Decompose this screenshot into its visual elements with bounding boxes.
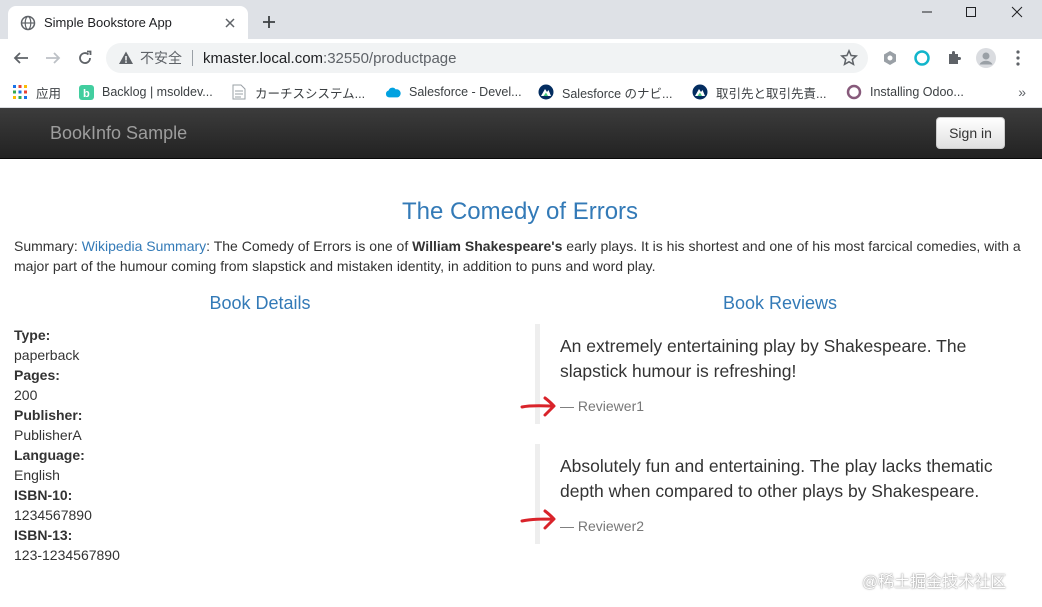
extension-ring-icon[interactable] <box>912 48 932 68</box>
summary-author: William Shakespeare's <box>412 238 563 254</box>
summary-label: Summary: <box>14 238 82 254</box>
bookmark-accounts[interactable]: 取引先と取引先責... <box>692 82 826 102</box>
bookmark-star-icon[interactable] <box>840 49 858 67</box>
language-value: English <box>14 467 60 483</box>
pages-label: Pages: <box>14 367 60 383</box>
product-title: The Comedy of Errors <box>401 198 639 225</box>
bookmark-apps[interactable]: 应用 <box>12 82 61 102</box>
reviewer-name: — Reviewer1 <box>560 398 645 414</box>
odoo-icon <box>846 84 862 100</box>
summary-text-pre: : The Comedy of Errors is one of <box>206 238 413 254</box>
type-value: paperback <box>14 347 80 363</box>
publisher-label: Publisher: <box>14 407 83 423</box>
product-summary: Summary: Wikipedia Summary: The Comedy o… <box>14 236 1029 276</box>
wikipedia-summary-link[interactable]: Wikipedia Summary <box>82 238 206 254</box>
kebab-menu-icon[interactable] <box>1008 48 1028 68</box>
review-item: Absolutely fun and entertaining. The pla… <box>535 444 1005 544</box>
backlog-icon: b <box>78 84 94 100</box>
isbn10-value: 1234567890 <box>14 507 92 523</box>
review-text: Absolutely fun and entertaining. The pla… <box>560 456 993 501</box>
bookmark-odoo[interactable]: Installing Odoo... <box>846 82 964 102</box>
reviewer-name: — Reviewer2 <box>560 518 645 534</box>
url-path: :32550/productpage <box>323 49 457 67</box>
forward-arrow-icon[interactable] <box>42 47 64 69</box>
apps-grid-icon <box>12 84 28 100</box>
close-tab-icon[interactable] <box>222 15 238 31</box>
bookmark-salesforce-dev[interactable]: Salesforce - Devel... <box>385 82 522 102</box>
bookmark-curtis[interactable]: カーチスシステム... <box>231 82 365 102</box>
puzzle-extensions-icon[interactable] <box>944 48 964 68</box>
globe-icon <box>20 15 36 31</box>
review-text: An extremely entertaining play by Shakes… <box>560 336 967 381</box>
bookmark-salesforce-nav[interactable]: Salesforce のナビ... <box>538 82 672 102</box>
sign-in-button[interactable]: Sign in <box>936 117 1005 149</box>
red-annotation-arrow-icon <box>520 509 556 530</box>
publisher-value: PublisherA <box>14 427 82 443</box>
document-icon <box>231 84 247 100</box>
url-text[interactable]: kmaster.local.com:32550/productpage <box>203 50 457 67</box>
new-tab-button[interactable] <box>258 11 280 33</box>
extension-hexagon-icon[interactable] <box>880 48 900 68</box>
browser-toolbar: 不安全 kmaster.local.com:32550/productpage <box>0 39 1042 77</box>
profile-avatar-icon[interactable] <box>976 48 996 68</box>
trail-icon <box>538 84 554 100</box>
more-bookmarks-chevron-icon[interactable]: » <box>1018 84 1026 100</box>
browser-tabstrip: Simple Bookstore App <box>0 0 1042 39</box>
review-item: An extremely entertaining play by Shakes… <box>535 324 1005 424</box>
insecure-label: 不安全 <box>140 50 182 66</box>
watermark: @稀土掘金技术社区 <box>862 574 1007 591</box>
warning-icon[interactable] <box>118 50 134 66</box>
address-bar[interactable]: 不安全 kmaster.local.com:32550/productpage <box>106 43 868 73</box>
maximize-button[interactable] <box>948 0 994 24</box>
navbar-brand[interactable]: BookInfo Sample <box>50 123 187 144</box>
reload-icon[interactable] <box>74 47 96 69</box>
url-host: kmaster.local.com <box>203 49 324 67</box>
svg-text:b: b <box>83 88 90 100</box>
isbn13-value: 123-1234567890 <box>14 547 120 563</box>
type-label: Type: <box>14 327 51 343</box>
isbn13-label: ISBN-13: <box>14 527 73 543</box>
trail-icon <box>692 84 708 100</box>
book-details-list: Type: paperback Pages: 200 Publisher: Pu… <box>14 325 314 565</box>
app-navbar: BookInfo Sample Sign in <box>0 108 1042 159</box>
bookmark-label: 取引先と取引先責... <box>716 86 827 101</box>
browser-tab[interactable]: Simple Bookstore App <box>8 6 248 39</box>
salesforce-cloud-icon <box>385 84 401 100</box>
book-reviews-heading: Book Reviews <box>722 293 838 313</box>
bookmark-label: Salesforce - Devel... <box>409 85 522 99</box>
omnibox-divider <box>192 50 193 66</box>
bookmark-label: 应用 <box>36 86 62 101</box>
bookmark-label: Installing Odoo... <box>870 85 964 99</box>
back-arrow-icon[interactable] <box>10 47 32 69</box>
isbn10-label: ISBN-10: <box>14 487 73 503</box>
book-details-heading: Book Details <box>209 293 311 313</box>
language-label: Language: <box>14 447 85 463</box>
pages-value: 200 <box>14 387 38 403</box>
close-window-button[interactable] <box>994 0 1040 24</box>
tab-title: Simple Bookstore App <box>44 15 172 30</box>
bookmark-label: カーチスシステム... <box>255 86 366 101</box>
minimize-button[interactable] <box>904 0 950 24</box>
red-annotation-arrow-icon <box>520 396 556 417</box>
bookmarks-bar: 应用 b Backlog | msoldev... カーチスシステム... Sa… <box>0 77 1042 108</box>
bookmark-label: Salesforce のナビ... <box>562 86 673 101</box>
bookmark-label: Backlog | msoldev... <box>102 85 213 99</box>
bookmark-backlog[interactable]: b Backlog | msoldev... <box>78 82 213 102</box>
